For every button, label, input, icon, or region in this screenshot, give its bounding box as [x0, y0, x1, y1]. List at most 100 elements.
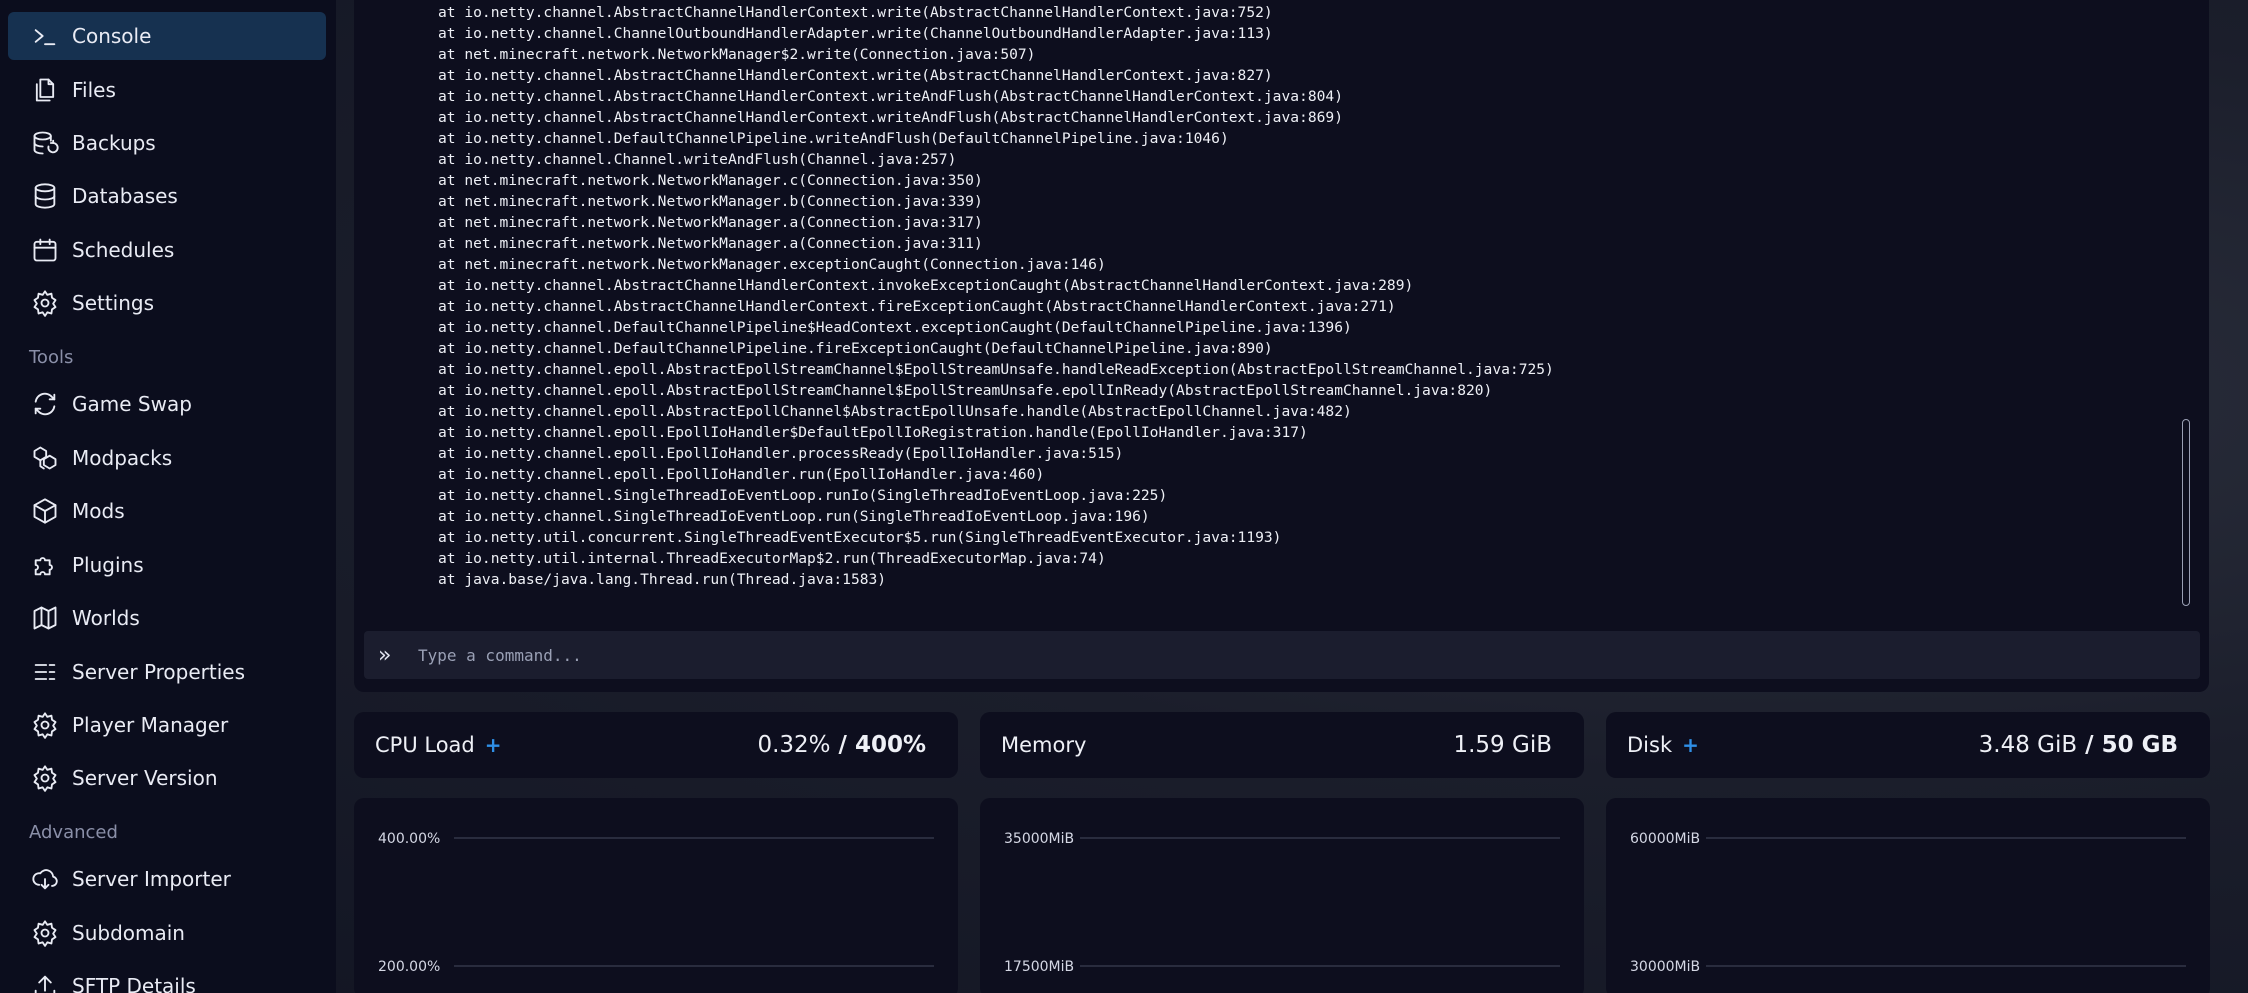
y-tick-label: 400.00% [378, 831, 440, 847]
memory-chart-card: 35000MiB 17500MiB [980, 798, 1584, 993]
console-line: at io.netty.channel.AbstractChannelHandl… [438, 277, 1414, 294]
console-line: at io.netty.util.internal.ThreadExecutor… [438, 550, 1106, 567]
console-line: at net.minecraft.network.NetworkManager.… [438, 235, 983, 252]
cpu-limit: 400% [854, 732, 926, 758]
console-line: at io.netty.channel.AbstractChannelHandl… [438, 109, 1343, 126]
cpu-load-value: 0.32% / 400% [757, 732, 926, 758]
sidebar-item-label: Game Swap [72, 392, 192, 416]
console-line: at io.netty.channel.SingleThreadIoEventL… [438, 487, 1168, 504]
cube-icon [30, 496, 60, 526]
console-line: at io.netty.channel.AbstractChannelHandl… [438, 88, 1343, 105]
sidebar-item-label: Plugins [72, 553, 144, 577]
sidebar-item-console[interactable]: Console [8, 12, 326, 60]
cpu-load-label: CPU Load [375, 733, 475, 757]
console-scrollbar-thumb[interactable] [2182, 419, 2190, 606]
console-line: at net.minecraft.network.NetworkManager$… [438, 46, 1036, 63]
memory-label: Memory [1001, 733, 1087, 757]
console-line: at io.netty.channel.ChannelOutboundHandl… [438, 25, 1273, 42]
disk-separator: / [2077, 732, 2102, 758]
sidebar-item-label: Console [72, 24, 152, 48]
console-output: at io.netty.channel.AbstractChannelHandl… [438, 2, 2128, 594]
sidebar-item-player-manager[interactable]: Player Manager [8, 701, 326, 749]
sidebar-item-label: SFTP Details [72, 974, 196, 993]
plus-icon[interactable]: + [485, 733, 502, 757]
console-line: at io.netty.channel.DefaultChannelPipeli… [438, 340, 1273, 357]
console-line: at net.minecraft.network.NetworkManager.… [438, 214, 983, 231]
cpu-current: 0.32% [757, 732, 831, 758]
files-icon [30, 75, 60, 105]
sidebar-item-files[interactable]: Files [8, 66, 326, 114]
disk-chart-card: 60000MiB 30000MiB [1606, 798, 2210, 993]
sidebar-item-server-importer[interactable]: Server Importer [8, 855, 326, 903]
console-line: at io.netty.channel.epoll.AbstractEpollC… [438, 403, 1352, 420]
memory-card: Memory 1.59 GiB [980, 712, 1584, 778]
sidebar-item-label: Schedules [72, 238, 175, 262]
console-line: at io.netty.channel.epoll.AbstractEpollS… [438, 382, 1493, 399]
sidebar-item-schedules[interactable]: Schedules [8, 226, 326, 274]
sidebar-item-game-swap[interactable]: Game Swap [8, 380, 326, 428]
gear-icon [30, 288, 60, 318]
y-tick-label: 30000MiB [1630, 959, 1700, 975]
y-tick-label: 200.00% [378, 959, 440, 975]
puzzle-icon [30, 550, 60, 580]
memory-value: 1.59 GiB [1453, 732, 1552, 758]
backups-icon [30, 128, 60, 158]
sidebar-item-server-version[interactable]: Server Version [8, 754, 326, 802]
console-line: at io.netty.channel.Channel.writeAndFlus… [438, 151, 957, 168]
sidebar-item-mods[interactable]: Mods [8, 487, 326, 535]
sidebar-item-sftp-details[interactable]: SFTP Details [8, 962, 326, 993]
sidebar-item-label: Mods [72, 499, 125, 523]
console-line: at io.netty.channel.SingleThreadIoEventL… [438, 508, 1150, 525]
gear-icon [30, 763, 60, 793]
advanced-heading: Advanced [29, 822, 118, 843]
disk-current: 3.48 GiB [1978, 732, 2078, 758]
sidebar-item-settings[interactable]: Settings [8, 279, 326, 327]
console-line: at io.netty.channel.epoll.AbstractEpollS… [438, 361, 1554, 378]
sidebar-item-label: Player Manager [72, 713, 229, 737]
console-line: at java.base/java.lang.Thread.run(Thread… [438, 571, 887, 588]
console-line: at io.netty.channel.DefaultChannelPipeli… [438, 130, 1229, 147]
cpu-chart: 400.00% 200.00% [378, 831, 934, 975]
sidebar-item-label: Modpacks [72, 446, 173, 470]
console-line: at io.netty.channel.epoll.EpollIoHandler… [438, 466, 1045, 483]
sidebar-item-label: Server Properties [72, 660, 246, 684]
tools-heading: Tools [29, 347, 74, 368]
y-tick-label: 17500MiB [1004, 959, 1074, 975]
y-tick-label: 60000MiB [1630, 831, 1700, 847]
sidebar: Console Files Backups Databases Schedule… [0, 0, 336, 993]
swap-icon [30, 389, 60, 419]
console-panel: at io.netty.channel.AbstractChannelHandl… [354, 0, 2209, 692]
console-line: at net.minecraft.network.NetworkManager.… [438, 172, 983, 189]
sidebar-item-server-properties[interactable]: Server Properties [8, 648, 326, 696]
sidebar-item-backups[interactable]: Backups [8, 119, 326, 167]
calendar-icon [30, 235, 60, 265]
sidebar-item-label: Server Importer [72, 867, 231, 891]
sidebar-item-databases[interactable]: Databases [8, 172, 326, 220]
console-line: at net.minecraft.network.NetworkManager.… [438, 193, 983, 210]
modpacks-icon [30, 443, 60, 473]
disk-value: 3.48 GiB / 50 GB [1979, 732, 2178, 758]
gear-icon [30, 710, 60, 740]
cloud-download-icon [30, 864, 60, 894]
map-icon [30, 603, 60, 633]
upload-icon [30, 971, 60, 993]
sidebar-item-plugins[interactable]: Plugins [8, 541, 326, 589]
sidebar-item-label: Server Version [72, 766, 218, 790]
command-input[interactable] [418, 635, 2200, 675]
cpu-separator: / [830, 732, 855, 758]
sidebar-item-label: Backups [72, 131, 156, 155]
chevron-double-right-icon: » [378, 642, 392, 668]
console-line: at net.minecraft.network.NetworkManager.… [438, 256, 1106, 273]
sidebar-item-worlds[interactable]: Worlds [8, 594, 326, 642]
plus-icon[interactable]: + [1682, 733, 1699, 757]
cpu-chart-card: 400.00% 200.00% [354, 798, 958, 993]
database-icon [30, 181, 60, 211]
gear-icon [30, 918, 60, 948]
disk-label: Disk [1627, 733, 1673, 757]
list-settings-icon [30, 657, 60, 687]
y-tick-label: 35000MiB [1004, 831, 1074, 847]
console-line: at io.netty.channel.epoll.EpollIoHandler… [438, 424, 1308, 441]
console-line: at io.netty.channel.AbstractChannelHandl… [438, 298, 1396, 315]
sidebar-item-modpacks[interactable]: Modpacks [8, 434, 326, 482]
sidebar-item-subdomain[interactable]: Subdomain [8, 909, 326, 957]
